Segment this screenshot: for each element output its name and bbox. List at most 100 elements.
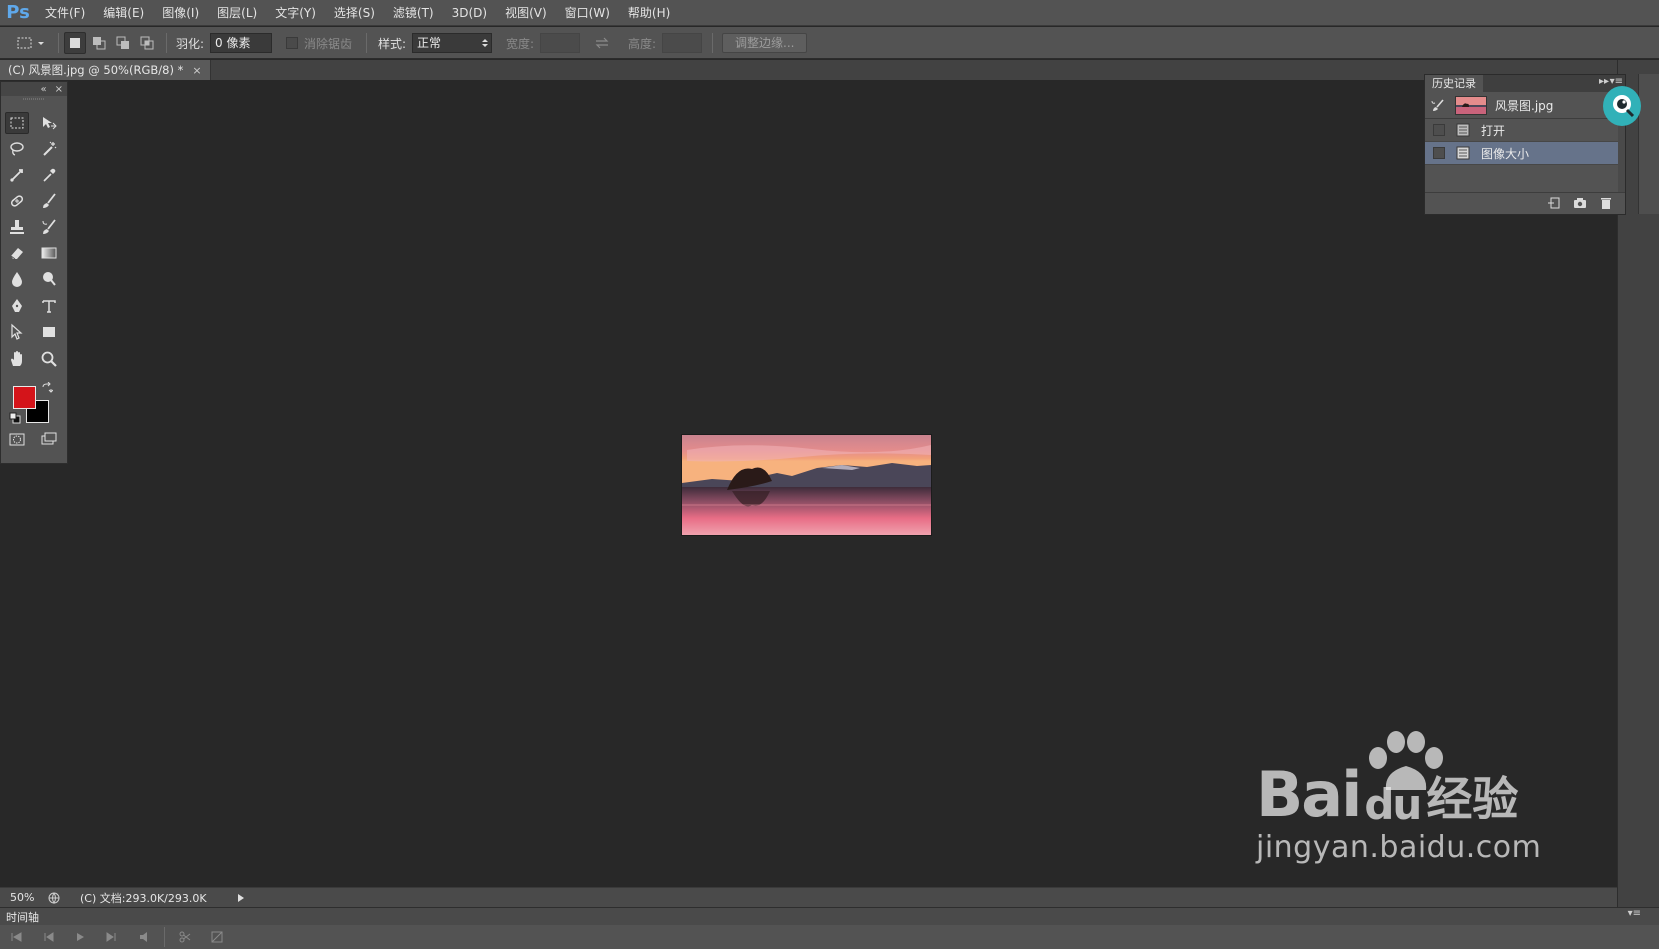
new-selection-button[interactable] [64,32,86,54]
intersect-selection-button[interactable] [136,32,158,54]
pen-tool[interactable] [5,295,29,317]
antialias-checkbox[interactable]: 消除锯齿 [286,27,352,59]
toolbox-header: « × [1,82,67,96]
feather-input[interactable]: 0 像素 [210,33,273,53]
menu-file[interactable]: 文件(F) [36,0,94,26]
toolbox-grip-icon[interactable] [23,98,45,101]
gradient-tool[interactable] [37,242,61,264]
history-source-checkbox[interactable] [1433,124,1445,136]
history-snapshot-row[interactable]: 风景图.jpg [1425,93,1620,119]
menu-type[interactable]: 文字(Y) [266,0,325,26]
create-snapshot-camera-icon[interactable] [1573,197,1587,209]
previous-frame-button[interactable] [32,931,64,943]
move-tool[interactable] [37,112,61,134]
history-state-row[interactable]: 打开 [1425,119,1620,142]
refine-edge-button[interactable]: 调整边缘... [722,33,808,53]
history-state-row-active[interactable]: 图像大小 [1425,142,1620,165]
new-document-from-state-icon[interactable] [1547,197,1561,209]
default-colors-icon[interactable] [9,412,21,424]
collapsed-panel-strip[interactable] [1638,74,1659,214]
transition-button[interactable] [201,931,233,943]
add-to-selection-button[interactable] [88,32,110,54]
brush-tool[interactable] [37,190,61,212]
width-input[interactable] [540,33,581,53]
feather-label: 羽化: [176,36,205,51]
type-tool[interactable] [37,295,61,317]
close-tab-icon[interactable]: × [192,64,201,77]
menu-select[interactable]: 选择(S) [325,0,384,26]
dodge-tool[interactable] [37,268,61,290]
rectangle-shape-tool[interactable] [37,321,61,343]
mascot-face-icon [1613,95,1635,118]
path-select-icon [11,323,23,340]
play-button[interactable] [64,931,96,943]
status-menu-arrow-icon[interactable] [236,893,246,903]
select-arrows-icon [482,39,489,47]
menu-layer[interactable]: 图层(L) [208,0,266,26]
delete-state-trash-icon[interactable] [1599,197,1613,209]
history-state-label: 图像大小 [1481,146,1530,161]
eraser-tool[interactable] [5,242,29,264]
zoom-level-field[interactable]: 50% [0,891,42,904]
rectangle-shape-icon [43,327,55,337]
menu-window[interactable]: 窗口(W) [556,0,619,26]
new-selection-icon [70,38,80,48]
history-panel-tab[interactable]: 历史记录 [1425,75,1483,92]
assistant-mascot[interactable] [1603,86,1641,126]
subtract-from-selection-button[interactable] [112,32,134,54]
crop-tool[interactable] [5,164,29,186]
antialias-check-box[interactable] [286,37,298,49]
eyedropper-tool[interactable] [37,164,61,186]
antialias-label: 消除锯齿 [304,36,353,51]
collapse-toolbox-icon[interactable]: « [40,84,46,95]
blur-tool[interactable] [5,268,29,290]
next-frame-button[interactable] [96,931,128,943]
quick-mask-button[interactable] [5,428,29,450]
menu-image[interactable]: 图像(I) [153,0,208,26]
status-globe-icon[interactable] [42,892,66,904]
menu-bar: Ps 文件(F) 编辑(E) 图像(I) 图层(L) 文字(Y) 选择(S) 滤… [0,0,1659,26]
history-snapshot-label: 风景图.jpg [1495,99,1554,113]
height-input[interactable] [662,33,703,53]
collapse-panel-icon[interactable]: ▸▸ [1599,76,1609,87]
path-selection-tool[interactable] [5,321,29,343]
move-icon [43,117,57,130]
zoom-tool[interactable] [37,348,61,370]
timeline-tab[interactable]: 时间轴 [6,909,39,925]
rect-marquee-tool[interactable] [5,112,29,134]
healing-brush-tool[interactable] [5,190,29,212]
clone-stamp-tool[interactable] [5,216,29,238]
options-bar: 羽化: 0 像素 消除锯齿 样式: 正常 宽度: 高度: 调整边缘... [0,27,1659,59]
style-select[interactable]: 正常 [412,33,493,53]
split-at-playhead-button[interactable] [169,931,201,943]
close-toolbox-icon[interactable]: × [55,84,63,95]
document-tab[interactable]: (C) 风景图.jpg @ 50%(RGB/8) * × [0,60,211,80]
magic-wand-tool[interactable] [37,138,61,160]
history-source-checkbox[interactable] [1433,147,1445,159]
go-to-first-frame-button[interactable] [0,931,32,943]
history-source-brush-icon[interactable] [1431,98,1445,113]
tool-preset-picker[interactable] [16,27,46,59]
menu-3d[interactable]: 3D(D) [443,0,496,26]
audio-button[interactable] [128,931,160,943]
timeline-menu-icon[interactable]: ▾≡ [1628,908,1641,919]
scissors-icon [179,931,191,943]
add-selection-icon [93,37,106,50]
timeline-controls [0,925,1659,949]
document-image-sunset-landscape[interactable] [682,435,931,535]
hand-tool[interactable] [5,348,29,370]
screen-mode-button[interactable] [37,428,61,450]
first-frame-icon [11,932,22,942]
watermark-url: jingyan.baidu.com [1256,830,1542,865]
menu-filter[interactable]: 滤镜(T) [384,0,443,26]
menu-edit[interactable]: 编辑(E) [94,0,153,26]
foreground-color-swatch[interactable] [13,386,36,409]
rect-marquee-preset-icon [17,37,44,49]
clone-stamp-icon [10,220,24,234]
swap-dimensions-button[interactable] [594,27,610,59]
menu-help[interactable]: 帮助(H) [619,0,679,26]
history-brush-tool[interactable] [37,216,61,238]
lasso-tool[interactable] [5,138,29,160]
menu-view[interactable]: 视图(V) [496,0,556,26]
swap-colors-icon[interactable] [41,382,53,394]
